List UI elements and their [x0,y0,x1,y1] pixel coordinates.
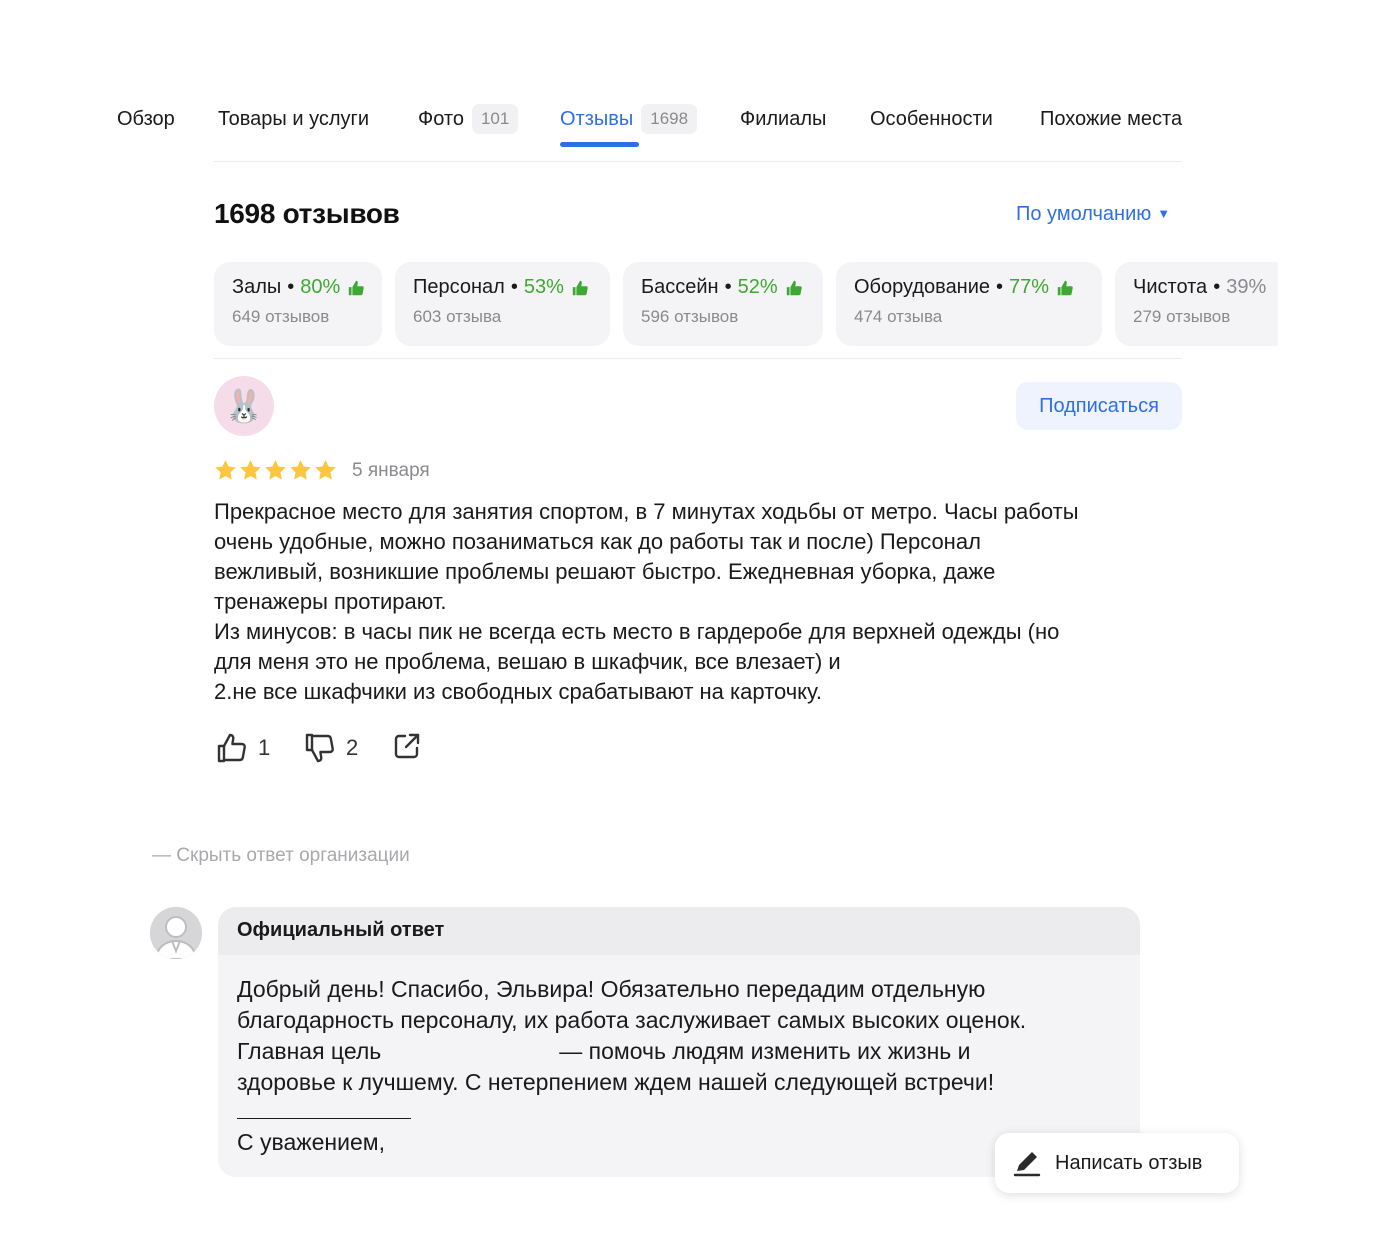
like-count: 1 [258,735,271,760]
caret-down-icon: ▼ [1157,206,1171,221]
aspect-review-count: 279 отзывов [1133,307,1231,326]
aspect-name: Чистота [1133,276,1208,298]
thumbs-down-outline-icon [305,733,334,763]
aspect-percent: 80% [300,276,341,298]
reviewer-avatar[interactable]: 🐰 [214,376,274,436]
divider [214,161,1182,162]
reply-line-part: Главная цель [237,1038,382,1064]
share-button[interactable] [393,732,421,760]
aspect-chip-staff[interactable]: Персонал • 53% 603 отзыва [395,262,610,346]
tab-label: Отзывы [560,108,634,130]
write-review-label: Написать отзыв [1055,1151,1203,1174]
tab-overview[interactable]: Обзор [117,104,175,134]
tab-goods-services[interactable]: Товары и услуги [218,104,369,134]
thumbs-up-icon [1057,280,1073,295]
review-date: 5 января [352,460,430,481]
sort-dropdown[interactable]: По умолчанию ▼ [1016,203,1170,226]
tab-label: Фото [418,108,464,130]
active-tab-indicator [560,142,639,147]
thumbs-up-icon [786,280,802,295]
pencil-icon [1013,1152,1041,1177]
aspect-name: Залы [232,276,282,298]
aspect-percent: 52% [737,276,778,298]
dislike-button[interactable]: 2 [304,732,358,764]
aspect-name: Оборудование [854,276,991,298]
reply-line: Добрый день! Спасибо, Эльвира! Обязатель… [237,976,986,1002]
sort-label: По умолчанию [1016,203,1152,225]
reviews-count-title: 1698 отзывов [214,198,400,229]
organization-avatar [150,907,202,959]
star-icon [265,459,286,480]
tab-similar-places[interactable]: Похожие места [1040,104,1182,134]
aspect-name: Персонал [413,276,505,298]
write-review-button[interactable]: Написать отзыв [995,1133,1239,1193]
tab-count-badge: 1698 [641,104,698,134]
review-text: Прекрасное место для занятия спортом, в … [214,499,1079,704]
tab-reviews[interactable]: Отзывы 1698 [560,104,698,134]
signature-rule [237,1098,411,1119]
tab-count-badge: 101 [471,104,519,134]
share-icon [394,733,420,759]
aspect-chip-equipment[interactable]: Оборудование • 77% 474 отзыва [836,262,1102,346]
hide-reply-link[interactable]: — Скрыть ответ организации [152,845,410,867]
aspect-percent: 39% [1226,276,1267,298]
tab-photos[interactable]: Фото 101 [418,104,519,134]
like-button[interactable]: 1 [216,732,270,764]
aspect-review-count: 596 отзывов [641,307,739,326]
rating-stars [214,459,337,481]
reply-title: Официальный ответ [237,919,445,941]
subscribe-button[interactable]: Подписаться [1016,382,1182,430]
reply-line: Главная цель — помочь людям изменить их ж… [237,1036,1117,1067]
tab-branches[interactable]: Филиалы [740,104,826,134]
user-silhouette-icon [150,907,202,959]
thumbs-up-icon [572,280,588,295]
reply-line: здоровье к лучшему. С нетерпением ждем н… [237,1069,995,1095]
aspect-chip-pool[interactable]: Бассейн • 52% 596 отзывов [623,262,823,346]
star-icon [240,459,261,480]
star-icon [290,459,311,480]
reply-text: Добрый день! Спасибо, Эльвира! Обязатель… [237,974,1117,1158]
tab-label: Филиалы [740,108,827,130]
tab-features[interactable]: Особенности [870,104,993,134]
aspect-percent: 77% [1009,276,1050,298]
star-icon [215,459,236,480]
reply-line: благодарность персоналу, их работа заслу… [237,1007,1027,1033]
thumbs-up-outline-icon [217,733,246,763]
reply-signoff: С уважением, [237,1129,385,1155]
reply-line-part: — помочь людям изменить их жизнь и [559,1038,971,1064]
aspect-name: Бассейн [641,276,719,298]
aspect-chip-halls[interactable]: Залы • 80% 649 отзывов [214,262,382,346]
tab-label: Похожие места [1040,108,1183,130]
aspect-review-count: 649 отзывов [232,307,330,326]
divider [214,358,1182,359]
tab-label: Обзор [117,108,175,130]
aspect-chip-cleanliness[interactable]: Чистота • 39% 279 отзывов [1115,262,1278,346]
dislike-count: 2 [346,735,359,760]
thumbs-up-icon [349,280,365,295]
aspect-review-count: 474 отзыва [854,307,943,326]
tab-label: Особенности [870,108,993,130]
star-icon [315,459,336,480]
aspect-percent: 53% [523,276,564,298]
tab-label: Товары и услуги [218,108,369,130]
aspect-review-count: 603 отзыва [413,307,502,326]
reply-header: Официальный ответ [218,907,1140,955]
